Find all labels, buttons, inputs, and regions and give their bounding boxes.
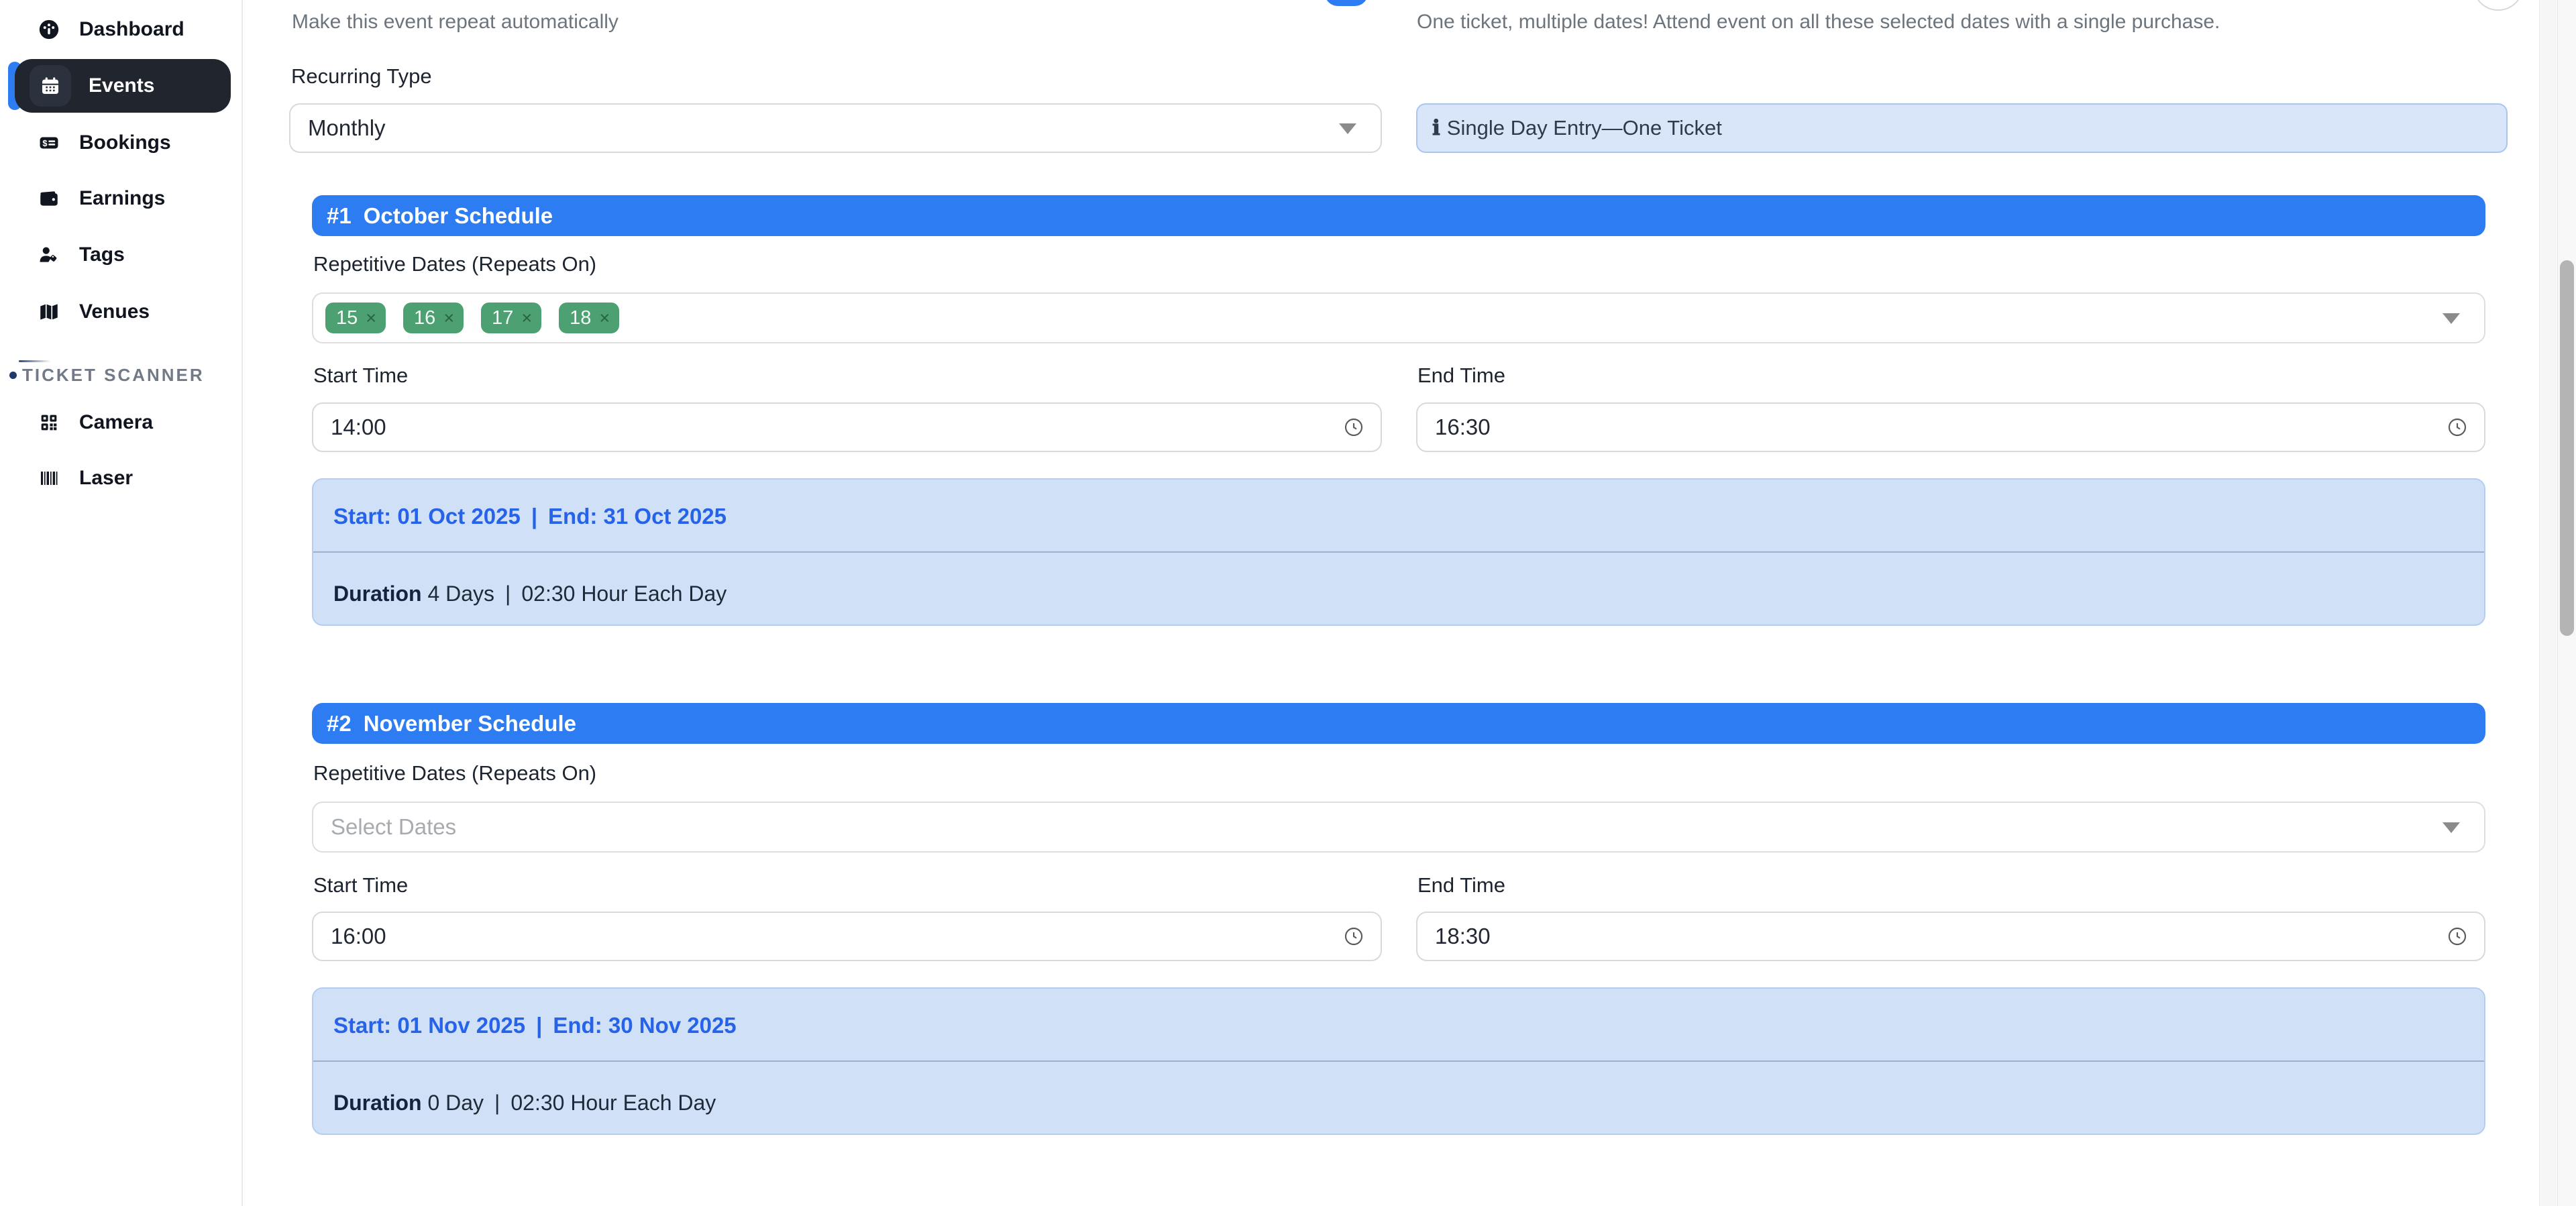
ticket-info-banner: ℹ Single Day Entry—One Ticket: [1416, 103, 2508, 153]
sidebar-item-laser[interactable]: Laser: [0, 450, 243, 506]
barcode-icon: [38, 467, 60, 490]
sidebar-item-tags[interactable]: Tags: [0, 227, 243, 283]
info-icon: ℹ: [1432, 116, 1440, 140]
schedule-1-summary: Start: 01 Oct 2025|End: 31 Oct 2025 Dura…: [312, 478, 2485, 626]
schedule-title: November Schedule: [364, 711, 576, 736]
sidebar-divider: [19, 360, 51, 362]
chip-remove-icon[interactable]: ×: [443, 309, 454, 327]
sidebar-item-earnings[interactable]: Earnings: [0, 170, 243, 227]
page-scrollbar-thumb[interactable]: [2560, 260, 2574, 636]
clock-icon: [2447, 926, 2468, 947]
sidebar-item-label: Bookings: [79, 131, 171, 154]
sidebar-item-events[interactable]: Events: [15, 59, 231, 113]
end-time-input[interactable]: 18:30: [1416, 912, 2485, 961]
recurring-type-select[interactable]: Monthly: [289, 103, 1382, 153]
chip-remove-icon[interactable]: ×: [366, 309, 376, 327]
dates-placeholder: Select Dates: [331, 814, 456, 840]
sidebar-item-dashboard[interactable]: Dashboard: [0, 1, 243, 58]
wallet-icon: [38, 187, 60, 210]
repetitive-dates-label: Repetitive Dates (Repeats On): [313, 252, 596, 276]
repetitive-dates-label: Repetitive Dates (Repeats On): [313, 761, 596, 785]
sidebar-item-camera[interactable]: Camera: [0, 394, 243, 451]
sidebar-item-label: Venues: [79, 300, 150, 323]
repetitive-dates-select[interactable]: 15 × 16 × 17 × 18 ×: [312, 292, 2485, 343]
section-dot-icon: [9, 372, 17, 379]
duration-text: Duration 0 Day|02:30 Hour Each Day: [333, 1091, 716, 1115]
chevron-down-icon: [2443, 313, 2460, 324]
date-chip: 17 ×: [481, 303, 541, 333]
clock-icon: [1343, 926, 1364, 947]
money-icon: $: [38, 131, 60, 154]
sidebar-section-ticket-scanner: TICKET SCANNER: [0, 364, 243, 386]
end-time-label: End Time: [1417, 873, 1505, 897]
clock-icon: [1343, 417, 1364, 438]
start-time-label: Start Time: [313, 364, 408, 388]
date-range-text: Start: 01 Oct 2025|End: 31 Oct 2025: [333, 504, 727, 529]
qr-code-icon: [38, 411, 60, 434]
repeat-toggle-hint: Make this event repeat automatically: [292, 11, 619, 34]
sidebar-item-label: Laser: [79, 467, 133, 490]
content-scrollbar-track[interactable]: [2539, 0, 2557, 1206]
schedule-number: #2: [327, 711, 352, 736]
sidebar-item-label: Dashboard: [79, 18, 184, 41]
sidebar: Dashboard Events $ Bookings Earnings Tag…: [0, 0, 243, 1206]
date-range-text: Start: 01 Nov 2025|End: 30 Nov 2025: [333, 1013, 737, 1038]
date-chip: 18 ×: [559, 303, 619, 333]
user-tag-icon: [38, 243, 60, 266]
duration-text: Duration 4 Days|02:30 Hour Each Day: [333, 582, 727, 606]
start-time-input[interactable]: 16:00: [312, 912, 1382, 961]
chevron-down-icon: [2443, 822, 2460, 833]
gauge-icon: [38, 18, 60, 41]
calendar-icon: [30, 65, 71, 107]
start-time-label: Start Time: [313, 873, 408, 897]
end-time-input[interactable]: 16:30: [1416, 402, 2485, 452]
sidebar-item-label: Camera: [79, 411, 153, 434]
schedule-2-header: #2 November Schedule: [312, 703, 2485, 744]
sidebar-item-label: Events: [89, 74, 154, 97]
svg-text:$: $: [42, 138, 47, 148]
sidebar-item-label: Tags: [79, 243, 125, 266]
repeat-toggle-switch[interactable]: [1325, 0, 1368, 6]
corner-avatar-button[interactable]: [2473, 0, 2524, 11]
sidebar-item-label: Earnings: [79, 187, 165, 210]
recurring-type-value: Monthly: [308, 115, 386, 141]
schedule-number: #1: [327, 203, 352, 229]
summary-divider: [313, 1060, 2484, 1062]
schedule-2-summary: Start: 01 Nov 2025|End: 30 Nov 2025 Dura…: [312, 987, 2485, 1135]
multi-date-hint: One ticket, multiple dates! Attend event…: [1417, 11, 2220, 34]
chip-remove-icon[interactable]: ×: [599, 309, 610, 327]
map-icon: [38, 300, 60, 323]
recurring-type-label: Recurring Type: [291, 64, 432, 89]
repetitive-dates-select[interactable]: Select Dates: [312, 802, 2485, 853]
date-chip: 15 ×: [325, 303, 386, 333]
event-edit-page: Dashboard Events $ Bookings Earnings Tag…: [0, 0, 2576, 1206]
chip-remove-icon[interactable]: ×: [521, 309, 532, 327]
clock-icon: [2447, 417, 2468, 438]
chevron-down-icon: [1339, 123, 1356, 134]
ticket-info-text: Single Day Entry—One Ticket: [1447, 116, 1722, 140]
end-time-label: End Time: [1417, 364, 1505, 388]
summary-divider: [313, 551, 2484, 553]
sidebar-item-venues[interactable]: Venues: [0, 284, 243, 340]
schedule-title: October Schedule: [364, 203, 553, 229]
sidebar-item-bookings[interactable]: $ Bookings: [0, 115, 243, 171]
start-time-input[interactable]: 14:00: [312, 402, 1382, 452]
date-chip: 16 ×: [403, 303, 464, 333]
schedule-1-header: #1 October Schedule: [312, 195, 2485, 236]
